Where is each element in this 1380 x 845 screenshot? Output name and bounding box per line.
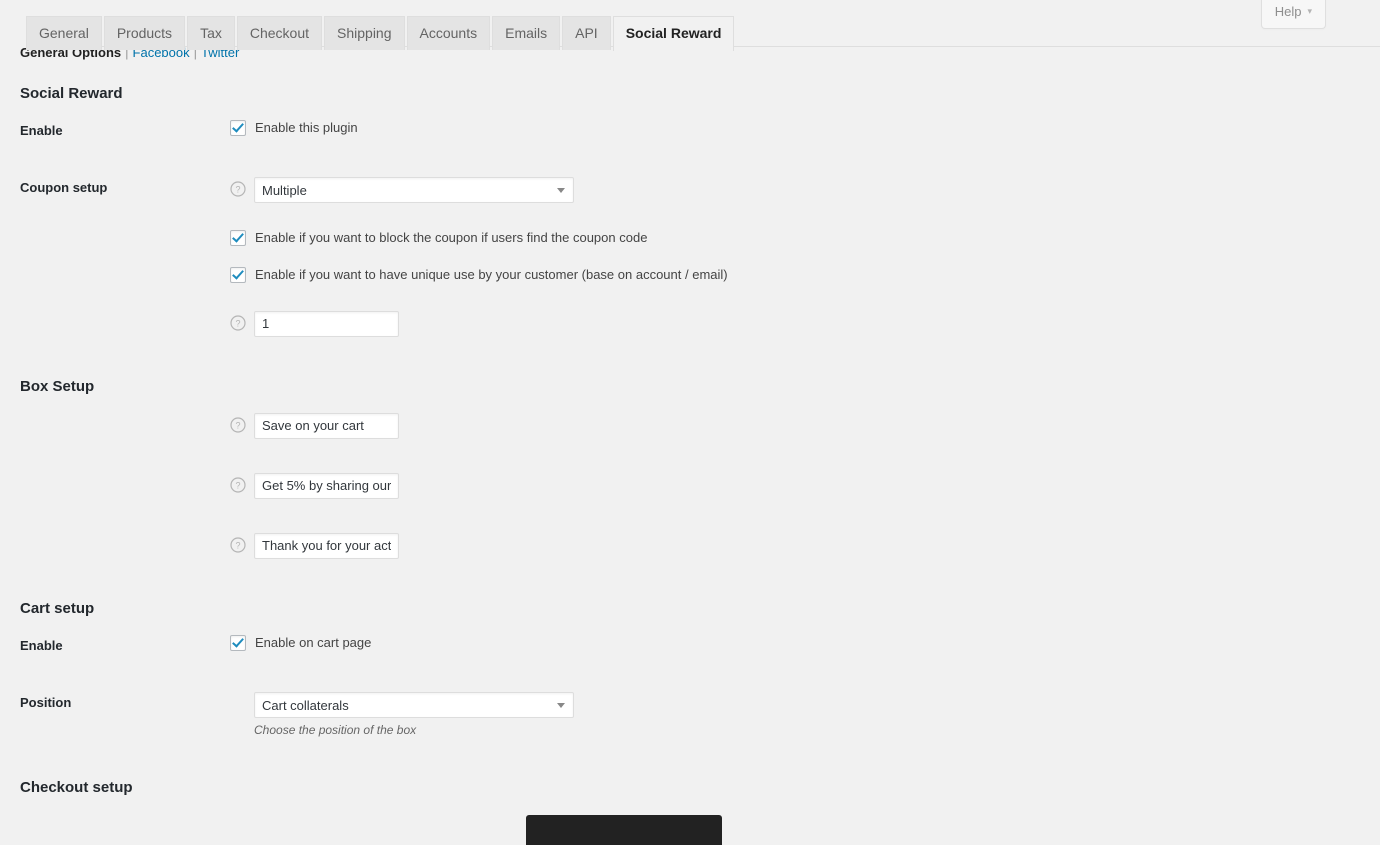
help-button[interactable]: Help ▾	[1261, 0, 1326, 29]
checkbox-box-unique-use[interactable]	[230, 267, 246, 283]
select-wrap-coupon-setup: Multiple	[254, 177, 574, 203]
checkbox-box-block-coupon[interactable]	[230, 230, 246, 246]
label-empty-coupon-quantity	[20, 294, 230, 354]
question-circle-icon[interactable]: ?	[230, 315, 246, 331]
checkbox-label-enable-plugin: Enable this plugin	[255, 120, 358, 137]
bottom-overlay-panel	[526, 815, 722, 845]
form-row-box-subtitle: ?	[20, 456, 1360, 516]
form-row-box-thanks: ?	[20, 516, 1360, 576]
question-circle-icon[interactable]: ?	[230, 477, 246, 493]
tab-products[interactable]: Products	[104, 16, 185, 50]
label-empty-block-coupon	[20, 220, 230, 257]
svg-text:?: ?	[235, 318, 240, 328]
tab-emails[interactable]: Emails	[492, 16, 560, 50]
checkbox-label-block-coupon: Enable if you want to block the coupon i…	[255, 230, 647, 247]
form-row-unique-use: Enable if you want to have unique use by…	[20, 257, 1360, 294]
label-coupon-setup: Coupon setup	[20, 160, 230, 220]
checkbox-box-enable-plugin[interactable]	[230, 120, 246, 136]
form-row-block-coupon: Enable if you want to block the coupon i…	[20, 220, 1360, 257]
checkbox-block-coupon[interactable]: Enable if you want to block the coupon i…	[230, 230, 1350, 247]
select-wrap-cart-position: Cart collaterals	[254, 692, 574, 718]
question-circle-icon[interactable]: ?	[230, 417, 246, 433]
settings-tab-bar: General Products Tax Checkout Shipping A…	[0, 0, 1380, 33]
tab-general[interactable]: General	[26, 16, 102, 50]
settings-content: Social Reward Enable Enable this plugin …	[0, 85, 1380, 797]
tab-checkout[interactable]: Checkout	[237, 16, 322, 50]
svg-text:?: ?	[235, 420, 240, 430]
tab-api[interactable]: API	[562, 16, 611, 50]
input-box-subtitle[interactable]	[254, 473, 399, 499]
label-empty-box-subtitle	[20, 456, 230, 516]
svg-text:?: ?	[235, 184, 240, 194]
form-row-box-title: ?	[20, 396, 1360, 456]
tab-social-reward[interactable]: Social Reward	[613, 16, 735, 51]
section-title-box-setup: Box Setup	[20, 378, 1360, 396]
label-empty-box-thanks	[20, 516, 230, 576]
svg-text:?: ?	[235, 540, 240, 550]
label-enable: Enable	[20, 103, 230, 160]
input-box-title[interactable]	[254, 413, 399, 439]
question-circle-icon[interactable]: ?	[230, 537, 246, 553]
tab-shipping[interactable]: Shipping	[324, 16, 405, 50]
label-cart-position: Position	[20, 675, 230, 756]
form-row-cart-position: Position Cart collaterals Choose the pos…	[20, 675, 1360, 756]
form-table-cart-setup: Enable Enable on cart page Position	[20, 618, 1360, 755]
checkbox-enable-cart-page[interactable]: Enable on cart page	[230, 635, 1350, 652]
form-row-coupon-setup: Coupon setup ? Multiple	[20, 160, 1360, 220]
label-empty-box-title	[20, 396, 230, 456]
checkbox-unique-use[interactable]: Enable if you want to have unique use by…	[230, 267, 1350, 284]
label-cart-enable: Enable	[20, 618, 230, 675]
form-row-coupon-quantity: ?	[20, 294, 1360, 354]
section-title-checkout-setup: Checkout setup	[20, 779, 1360, 797]
section-title-cart-setup: Cart setup	[20, 600, 1360, 618]
form-row-cart-enable: Enable Enable on cart page	[20, 618, 1360, 675]
checkbox-enable-plugin[interactable]: Enable this plugin	[230, 120, 1350, 137]
select-coupon-setup[interactable]: Multiple	[254, 177, 574, 203]
form-table-box-setup: ? ?	[20, 396, 1360, 576]
tab-list: General Products Tax Checkout Shipping A…	[26, 14, 1380, 49]
chevron-down-icon: ▾	[1307, 3, 1312, 19]
select-cart-position[interactable]: Cart collaterals	[254, 692, 574, 718]
help-button-container: Help ▾	[1261, 0, 1326, 29]
input-coupon-quantity[interactable]	[254, 311, 399, 337]
checkbox-label-unique-use: Enable if you want to have unique use by…	[255, 267, 728, 284]
label-empty-unique-use	[20, 257, 230, 294]
tab-accounts[interactable]: Accounts	[407, 16, 491, 50]
description-cart-position: Choose the position of the box	[254, 723, 574, 739]
help-button-label: Help	[1275, 4, 1302, 19]
tab-tax[interactable]: Tax	[187, 16, 235, 50]
input-box-thanks[interactable]	[254, 533, 399, 559]
checkbox-box-enable-cart-page[interactable]	[230, 635, 246, 651]
checkbox-label-enable-cart-page: Enable on cart page	[255, 635, 371, 652]
form-row-enable-plugin: Enable Enable this plugin	[20, 103, 1360, 160]
form-table-social-reward: Enable Enable this plugin Coupon setup ?	[20, 103, 1360, 354]
svg-text:?: ?	[235, 480, 240, 490]
section-title-social-reward: Social Reward	[20, 85, 1360, 103]
question-circle-icon[interactable]: ?	[230, 181, 246, 197]
